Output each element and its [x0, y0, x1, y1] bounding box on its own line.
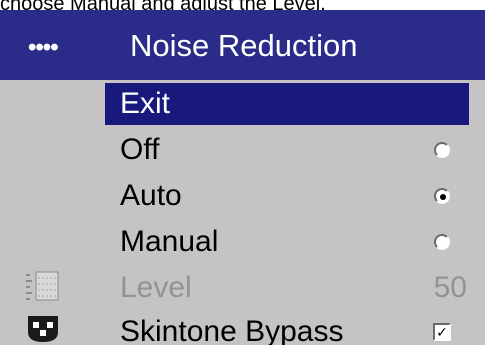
menu-item-label: Level	[120, 271, 192, 304]
menu-item-manual[interactable]: Manual	[0, 221, 485, 265]
menu-item-auto[interactable]: Auto	[0, 175, 485, 219]
menu-item-label: Manual	[120, 225, 219, 258]
menu-title-bar: •••• Noise Reduction	[0, 10, 485, 80]
menu-item-label: Auto	[120, 179, 182, 212]
menu-item-exit[interactable]: Exit	[0, 83, 485, 127]
menu-item-level: Level 50	[0, 267, 485, 311]
face-icon	[26, 314, 60, 345]
level-icon	[26, 270, 60, 309]
menu-title: Noise Reduction	[130, 28, 358, 63]
radio-manual[interactable]	[434, 234, 450, 250]
skintone-bypass-checkbox[interactable]: ✓	[433, 323, 451, 341]
menu-item-label: Off	[120, 133, 160, 166]
menu-level-dots: ••••	[28, 34, 59, 61]
radio-auto[interactable]	[434, 188, 450, 204]
menu-item-label: Exit	[120, 87, 171, 120]
menu-item-skintone-bypass[interactable]: Skintone Bypass ✓	[0, 311, 485, 345]
radio-off[interactable]	[434, 142, 450, 158]
menu-item-label: Skintone Bypass	[120, 315, 344, 345]
osd-menu: •••• Noise Reduction Exit Off Auto Manua…	[0, 10, 485, 345]
level-value: 50	[433, 271, 467, 304]
menu-item-off[interactable]: Off	[0, 129, 485, 173]
